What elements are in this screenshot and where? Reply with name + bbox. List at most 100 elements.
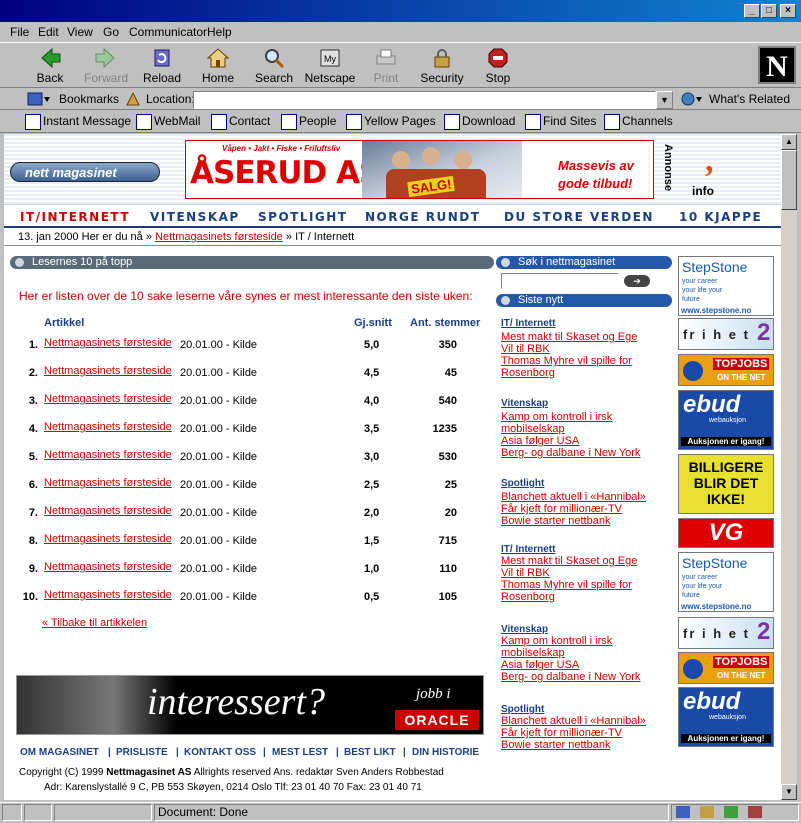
nav-norge-rundt[interactable]: NORGE RUNDT bbox=[365, 210, 480, 224]
row-article-link[interactable]: Nettmagasinets førsteside bbox=[44, 421, 172, 433]
people-link[interactable]: People bbox=[281, 114, 336, 130]
row-article-link[interactable]: Nettmagasinets førsteside bbox=[44, 365, 172, 377]
webmail-link[interactable]: WebMail bbox=[136, 114, 200, 130]
news-link[interactable]: Asia følger USA bbox=[501, 435, 673, 447]
row-article-link[interactable]: Nettmagasinets førsteside bbox=[44, 449, 172, 461]
row-article-link[interactable]: Nettmagasinets førsteside bbox=[44, 337, 172, 349]
print-button[interactable]: Print bbox=[360, 47, 412, 87]
ebud-ad[interactable]: ebud webauksjon Auksjonen er igang! bbox=[678, 687, 774, 747]
frihet-ad[interactable]: fr i h e t 2 bbox=[678, 617, 774, 649]
news-link[interactable]: Thomas Myhre vil spille for Rosenborg bbox=[501, 355, 673, 379]
row-article-link[interactable]: Nettmagasinets førsteside bbox=[44, 477, 172, 489]
search-button[interactable]: Search bbox=[248, 47, 300, 87]
footer-link-om-magasinet[interactable]: OM MAGASINET bbox=[20, 747, 99, 758]
news-link[interactable]: Mest makt til Skaset og Ege bbox=[501, 331, 673, 343]
news-section-title[interactable]: Spotlight bbox=[501, 478, 544, 489]
news-link[interactable]: Bowie starter nettbank bbox=[501, 515, 673, 527]
site-search-input[interactable] bbox=[501, 273, 619, 289]
news-link[interactable]: Berg- og dalbane i New York bbox=[501, 671, 673, 683]
netscape-button[interactable]: My Netscape bbox=[304, 47, 356, 87]
nav-vitenskap[interactable]: VITENSKAP bbox=[150, 210, 240, 224]
menu-communicator[interactable]: Communicator bbox=[129, 25, 207, 39]
news-link[interactable]: Vil til RBK bbox=[501, 343, 673, 355]
news-section-title[interactable]: Vitenskap bbox=[501, 624, 548, 635]
info-label[interactable]: info bbox=[692, 184, 714, 198]
news-link[interactable]: Mest makt til Skaset og Ege bbox=[501, 555, 673, 567]
composer-icon[interactable] bbox=[748, 806, 762, 818]
menu-edit[interactable]: Edit bbox=[38, 25, 59, 39]
download-link[interactable]: Download bbox=[444, 114, 515, 130]
footer-link-mest-lest[interactable]: MEST LEST bbox=[272, 747, 328, 758]
discussion-icon[interactable] bbox=[724, 806, 738, 818]
nav-it-internett[interactable]: IT/INTERNETT bbox=[20, 210, 130, 224]
nav-spotlight[interactable]: SPOTLIGHT bbox=[258, 210, 348, 224]
navigator-icon[interactable] bbox=[676, 806, 690, 818]
row-article-link[interactable]: Nettmagasinets førsteside bbox=[44, 561, 172, 573]
find-sites-link[interactable]: Find Sites bbox=[525, 114, 596, 130]
contact-link[interactable]: Contact bbox=[211, 114, 270, 130]
stop-button[interactable]: Stop bbox=[472, 47, 524, 87]
vertical-scrollbar[interactable]: ▲ ▼ bbox=[781, 134, 797, 800]
bookmarks-button[interactable]: Bookmarks bbox=[59, 92, 119, 106]
scroll-up-button[interactable]: ▲ bbox=[781, 134, 797, 150]
nav-10-kjappe[interactable]: 10 KJAPPE bbox=[679, 210, 762, 224]
news-link[interactable]: Får kjeft for millionær-TV bbox=[501, 727, 673, 739]
billigere-ad[interactable]: BILLIGERE BLIR DET IKKE! bbox=[678, 454, 774, 514]
maximize-button[interactable]: □ bbox=[761, 4, 777, 18]
mail-icon[interactable] bbox=[700, 806, 714, 818]
row-article-link[interactable]: Nettmagasinets førsteside bbox=[44, 589, 172, 601]
footer-link-din-historie[interactable]: DIN HISTORIE bbox=[412, 747, 479, 758]
location-input[interactable] bbox=[193, 91, 656, 109]
news-link[interactable]: Thomas Myhre vil spille for Rosenborg bbox=[501, 579, 673, 603]
news-section-title[interactable]: IT/ Internett bbox=[501, 544, 555, 555]
aserud-banner-ad[interactable]: Våpen • Jakt • Fiske • Friluftsliv ÅSERU… bbox=[185, 140, 654, 199]
footer-link-prisliste[interactable]: PRISLISTE bbox=[116, 747, 168, 758]
menu-help[interactable]: Help bbox=[207, 25, 232, 39]
news-link[interactable]: Vil til RBK bbox=[501, 567, 673, 579]
news-link[interactable]: Får kjeft for millionær-TV bbox=[501, 503, 673, 515]
oracle-banner-ad[interactable]: interessert? jobb i ORACLE bbox=[16, 675, 484, 735]
news-link[interactable]: Kamp om kontroll i irsk mobilselskap bbox=[501, 635, 673, 659]
nav-du-store-verden[interactable]: DU STORE VERDEN bbox=[504, 210, 654, 224]
stepstone-ad[interactable]: StepStone your career your life your fut… bbox=[678, 256, 774, 316]
close-button[interactable]: × bbox=[780, 4, 796, 18]
news-link[interactable]: Blanchett aktuell i «Hannibal» bbox=[501, 715, 673, 727]
yellow-pages-link[interactable]: Yellow Pages bbox=[346, 114, 436, 130]
news-section-title[interactable]: IT/ Internett bbox=[501, 318, 555, 329]
netscape-logo[interactable]: N bbox=[758, 46, 796, 84]
row-article-link[interactable]: Nettmagasinets førsteside bbox=[44, 505, 172, 517]
row-article-link[interactable]: Nettmagasinets førsteside bbox=[44, 533, 172, 545]
stepstone-ad[interactable]: StepStone your career your life your fut… bbox=[678, 552, 774, 612]
breadcrumb-link-frontpage[interactable]: Nettmagasinets førsteside bbox=[155, 231, 283, 243]
menu-view[interactable]: View bbox=[67, 25, 93, 39]
security-lock-status-icon[interactable] bbox=[2, 804, 22, 821]
footer-link-best-likt[interactable]: BEST LIKT bbox=[344, 747, 396, 758]
menu-go[interactable]: Go bbox=[103, 25, 119, 39]
footer-link-kontakt[interactable]: KONTAKT OSS bbox=[184, 747, 256, 758]
back-to-article-link[interactable]: « Tilbake til artikkelen bbox=[42, 617, 147, 629]
back-button[interactable]: Back bbox=[24, 47, 76, 87]
channels-link[interactable]: Channels bbox=[604, 114, 673, 130]
instant-message-link[interactable]: Instant Message bbox=[25, 114, 131, 130]
home-button[interactable]: Home bbox=[192, 47, 244, 87]
whats-related-button[interactable]: What's Related bbox=[709, 92, 790, 106]
topjobs-ad[interactable]: TOPJOBS ON THE NET bbox=[678, 354, 774, 386]
frihet-ad[interactable]: fr i h e t 2 bbox=[678, 318, 774, 350]
news-section-title[interactable]: Spotlight bbox=[501, 704, 544, 715]
site-logo[interactable]: nett magasinet bbox=[10, 162, 160, 182]
news-link[interactable]: Kamp om kontroll i irsk mobilselskap bbox=[501, 411, 673, 435]
scroll-thumb[interactable] bbox=[781, 150, 797, 210]
security-button[interactable]: Security bbox=[416, 47, 468, 87]
news-link[interactable]: Bowie starter nettbank bbox=[501, 739, 673, 751]
search-go-button[interactable]: ➔ bbox=[624, 275, 650, 287]
location-dropdown-button[interactable]: ▼ bbox=[656, 91, 673, 109]
menu-file[interactable]: File bbox=[10, 25, 29, 39]
news-link[interactable]: Asia følger USA bbox=[501, 659, 673, 671]
forward-button[interactable]: Forward bbox=[80, 47, 132, 87]
news-link[interactable]: Berg- og dalbane i New York bbox=[501, 447, 673, 459]
news-section-title[interactable]: Vitenskap bbox=[501, 398, 548, 409]
news-link[interactable]: Blanchett aktuell i «Hannibal» bbox=[501, 491, 673, 503]
minimize-button[interactable]: _ bbox=[744, 4, 760, 18]
reload-button[interactable]: Reload bbox=[136, 47, 188, 87]
row-article-link[interactable]: Nettmagasinets førsteside bbox=[44, 393, 172, 405]
